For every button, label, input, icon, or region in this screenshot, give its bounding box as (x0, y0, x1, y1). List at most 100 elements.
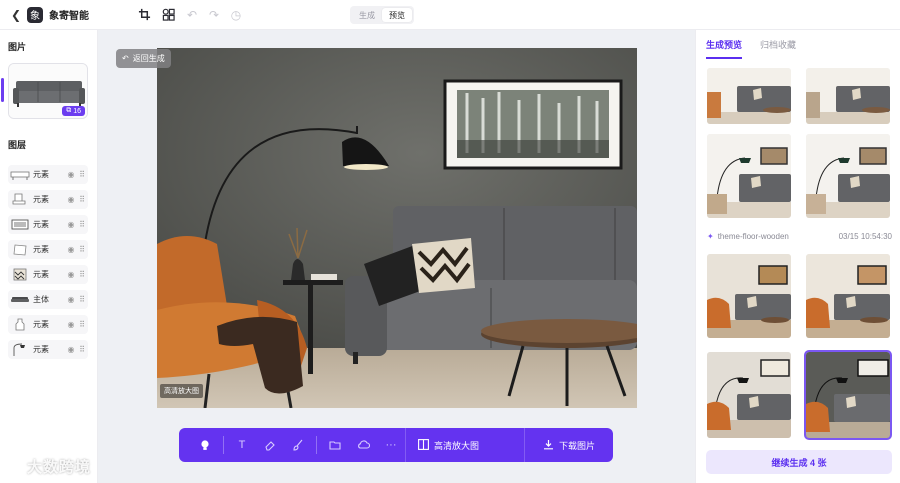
visibility-eye-icon[interactable]: ◉ (66, 270, 76, 279)
result-thumbnail[interactable] (707, 352, 791, 438)
drag-handle-icon[interactable]: ⠿ (76, 170, 88, 179)
more-icon[interactable]: ··· (377, 428, 405, 462)
layer-item[interactable]: 主体 ◉ ⠿ (8, 290, 88, 309)
brush-icon[interactable] (284, 428, 312, 462)
layer-label: 元素 (33, 345, 49, 354)
download-image-button[interactable]: 下载图片 (523, 428, 613, 462)
drag-handle-icon[interactable]: ⠿ (76, 195, 88, 204)
crop-icon[interactable] (135, 6, 153, 24)
drag-handle-icon[interactable]: ⠿ (76, 245, 88, 254)
layer-item[interactable]: 元素 ◉ ⠿ (8, 215, 88, 234)
drag-handle-icon[interactable]: ⠿ (76, 270, 88, 279)
drag-handle-icon[interactable]: ⠿ (76, 220, 88, 229)
painting-icon (11, 219, 29, 230)
mode-switch: 生成 预览 (350, 6, 414, 24)
bottom-toolbar: T ··· 高清放大图 下载图片 (179, 428, 613, 462)
pillow-icon (13, 244, 27, 256)
undo-icon[interactable]: ↶ (183, 6, 201, 24)
app-logo-icon: 象 (27, 6, 43, 23)
tab-generation-preview[interactable]: 生成预览 (706, 38, 743, 59)
compare-icon (418, 438, 429, 452)
app-title: 象寄智能 (49, 11, 89, 22)
back-to-generate-button[interactable]: ↶ 返回生成 (116, 49, 171, 68)
layer-item[interactable]: 元素 ◉ ⠿ (8, 340, 88, 359)
drag-handle-icon[interactable]: ⠿ (76, 320, 88, 329)
result-thumbnail[interactable] (806, 68, 890, 124)
visibility-eye-icon[interactable]: ◉ (66, 195, 76, 204)
result-thumbnail[interactable] (806, 134, 890, 218)
source-image-thumbnail[interactable]: ⧉ 16 (8, 63, 88, 119)
images-section-title: 图片 (8, 42, 27, 52)
visibility-eye-icon[interactable]: ◉ (66, 220, 76, 229)
watermark: 大数跨境 (6, 456, 91, 477)
layer-label: 元素 (33, 170, 49, 179)
folder-icon[interactable] (321, 428, 349, 462)
layout-grid-icon[interactable] (159, 6, 177, 24)
visibility-eye-icon[interactable]: ◉ (66, 320, 76, 329)
visibility-eye-icon[interactable]: ◉ (66, 170, 76, 179)
redo-icon[interactable]: ↷ (205, 6, 223, 24)
toolbar-divider (223, 436, 224, 454)
generation-timestamp: 03/15 10:54:30 (838, 232, 892, 241)
vase-icon (15, 318, 25, 331)
layer-item[interactable]: 元素 ◉ ⠿ (8, 190, 88, 209)
drag-handle-icon[interactable]: ⠿ (76, 295, 88, 304)
right-tabs: 生成预览 归档收藏 (706, 38, 796, 59)
layer-label: 元素 (33, 195, 49, 204)
left-panel: 图片 ⧉ 16 图层 元素 ◉ ⠿ 元素 ◉ ⠿ 元素 ◉ ⠿ 元素 ◉ ⠿ 元… (0, 30, 98, 483)
download-image-label: 下载图片 (558, 440, 595, 451)
toolbar-divider (316, 436, 317, 454)
mode-generate-tab[interactable]: 生成 (352, 8, 382, 22)
visibility-eye-icon[interactable]: ◉ (66, 245, 76, 254)
visibility-eye-icon[interactable]: ◉ (66, 345, 76, 354)
layer-label: 元素 (33, 320, 49, 329)
rug-icon (10, 171, 30, 180)
layer-label: 元素 (33, 220, 49, 229)
layer-item[interactable]: 元素 ◉ ⠿ (8, 315, 88, 334)
layer-item[interactable]: 元素 ◉ ⠿ (8, 265, 88, 284)
sparkle-icon: ✦ (707, 232, 714, 241)
active-indicator (1, 78, 4, 102)
hd-upscaled-tag: 高清放大图 (160, 384, 203, 398)
layer-label: 元素 (33, 245, 49, 254)
watermark-text: 大数跨境 (27, 459, 92, 476)
return-arrow-icon: ↶ (122, 54, 129, 63)
hd-upscale-button[interactable]: 高清放大图 (405, 428, 491, 462)
continue-generate-button[interactable]: 继续生成 4 张 (706, 450, 892, 474)
back-icon[interactable]: ❮ (8, 7, 24, 23)
layer-item[interactable]: 元素 ◉ ⠿ (8, 240, 88, 259)
text-tool-icon[interactable]: T (228, 428, 256, 462)
result-thumbnail[interactable] (707, 254, 791, 338)
preview-image[interactable] (157, 48, 637, 408)
generation-meta-row: ✦ theme-floor-wooden 03/15 10:54:30 (707, 232, 892, 241)
image-count-badge: ⧉ 16 (62, 106, 85, 116)
back-to-generate-label: 返回生成 (132, 54, 165, 63)
layers-section-title: 图层 (8, 140, 27, 150)
result-thumbnail[interactable] (806, 254, 890, 338)
top-bar: ❮ 象 象寄智能 ↶ ↷ ◷ 生成 预览 (0, 0, 900, 30)
layers-icon: ⧉ (66, 107, 72, 114)
striped-pillow-icon (13, 268, 27, 281)
theme-name: theme-floor-wooden (717, 232, 789, 241)
layer-label: 主体 (33, 295, 49, 304)
layer-item[interactable]: 元素 ◉ ⠿ (8, 165, 88, 184)
visibility-eye-icon[interactable]: ◉ (66, 295, 76, 304)
layer-label: 元素 (33, 270, 49, 279)
result-thumbnail[interactable] (707, 134, 791, 218)
right-panel: 生成预览 归档收藏 ✦ theme-floor-wooden 03/15 10:… (695, 30, 900, 483)
watermark-logo-icon (6, 458, 23, 475)
idea-bulb-icon[interactable] (191, 428, 219, 462)
history-icon[interactable]: ◷ (227, 6, 245, 24)
sofa-icon (11, 297, 29, 302)
result-thumbnail[interactable] (707, 68, 791, 124)
tab-archive-favorites[interactable]: 归档收藏 (760, 38, 796, 59)
eraser-icon[interactable] (256, 428, 284, 462)
image-count-value: 16 (73, 107, 81, 115)
drag-handle-icon[interactable]: ⠿ (76, 345, 88, 354)
mode-preview-tab[interactable]: 预览 (382, 8, 412, 22)
hd-upscale-label: 高清放大图 (434, 440, 480, 451)
download-icon (543, 439, 554, 452)
lamp-icon (13, 343, 25, 356)
result-thumbnail-selected[interactable] (804, 350, 892, 440)
cloud-upload-icon[interactable] (349, 428, 377, 462)
